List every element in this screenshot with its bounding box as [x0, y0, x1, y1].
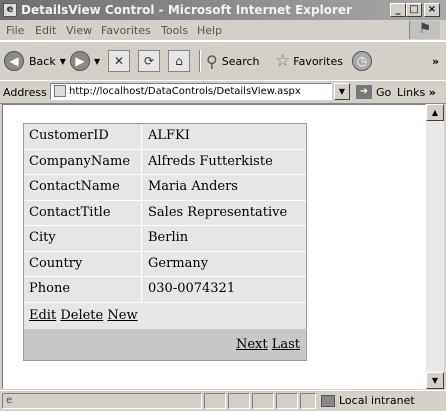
search-label: Search — [221, 54, 260, 68]
title-bar: e DetailsView Control - Microsoft Intern… — [0, 0, 446, 20]
details-view: CustomerID ALFKI CompanyName Alfreds Fut… — [23, 123, 307, 361]
history-button[interactable]: ◷ — [352, 49, 372, 73]
next-page-link[interactable]: Next — [236, 337, 268, 352]
last-page-link[interactable]: Last — [272, 337, 300, 352]
toolbar-overflow-button[interactable]: » — [432, 49, 439, 73]
menu-bar: File Edit View Favorites Tools Help ⚑ — [0, 20, 446, 41]
scroll-up-button[interactable]: ▲ — [426, 104, 444, 121]
back-button[interactable]: ◀ Back ▼ — [4, 49, 66, 73]
address-dropdown-button[interactable]: ▼ — [334, 83, 350, 100]
forward-button[interactable]: ▶ ▼ — [70, 49, 100, 73]
status-pane — [228, 393, 250, 409]
back-arrow-icon: ◀ — [4, 51, 24, 71]
detail-row: ContactName Maria Anders — [24, 175, 306, 201]
delete-link[interactable]: Delete — [60, 308, 103, 323]
status-pane — [300, 393, 316, 409]
field-name: City — [24, 226, 142, 251]
chevron-down-icon: ▼ — [59, 56, 66, 66]
windows-logo-icon: ⚑ — [409, 21, 440, 39]
history-icon: ◷ — [352, 51, 372, 71]
go-label: Go — [376, 85, 392, 99]
toolbar-separator — [199, 50, 201, 72]
field-value: Alfreds Futterkiste — [148, 153, 273, 169]
ie-page-icon: e — [3, 3, 17, 17]
scroll-down-button[interactable]: ▼ — [426, 372, 444, 389]
refresh-icon: ⟳ — [138, 50, 160, 72]
status-pane — [252, 393, 274, 409]
field-name: CompanyName — [24, 149, 142, 174]
browser-window: e DetailsView Control - Microsoft Intern… — [0, 0, 446, 410]
field-value: Sales Representative — [148, 204, 288, 220]
address-label: Address — [3, 86, 47, 99]
chevron-down-icon: ▼ — [94, 56, 101, 66]
window-title: DetailsView Control - Microsoft Internet… — [21, 3, 352, 17]
home-icon: ⌂ — [168, 50, 190, 72]
status-pane — [276, 393, 298, 409]
field-name: ContactName — [24, 175, 142, 200]
detail-row: CustomerID ALFKI — [24, 124, 306, 150]
detail-row: CompanyName Alfreds Futterkiste — [24, 149, 306, 175]
menu-view[interactable]: View — [66, 24, 92, 37]
menu-help[interactable]: Help — [197, 24, 222, 37]
minimize-button[interactable]: _ — [390, 3, 406, 17]
vertical-scrollbar[interactable]: ▲ ▼ — [426, 104, 444, 389]
page-icon — [54, 85, 66, 97]
search-button[interactable]: ⚲ Search — [206, 49, 260, 73]
favorites-label: Favorites — [293, 54, 343, 68]
field-value: ALFKI — [148, 128, 190, 143]
links-overflow: » — [428, 86, 436, 99]
links-label: Links — [397, 86, 426, 99]
refresh-button[interactable]: ⟳ — [138, 49, 160, 73]
field-name: CustomerID — [24, 124, 142, 149]
stop-button[interactable]: ✕ — [108, 49, 130, 73]
field-name: ContactTitle — [24, 200, 142, 225]
detail-row: City Berlin — [24, 226, 306, 252]
field-name: Country — [24, 251, 142, 276]
field-name: Phone — [24, 277, 142, 302]
go-arrow-icon: ➜ — [356, 85, 372, 99]
status-pane — [204, 393, 226, 409]
page-content: CustomerID ALFKI CompanyName Alfreds Fut… — [2, 104, 426, 389]
detail-row: ContactTitle Sales Representative — [24, 200, 306, 226]
star-icon: ☆ — [275, 51, 291, 71]
address-url: http://localhost/DataControls/DetailsVie… — [69, 86, 301, 97]
menu-file[interactable]: File — [6, 24, 24, 37]
address-bar: Address http://localhost/DataControls/De… — [0, 80, 446, 104]
back-label: Back — [29, 54, 56, 68]
command-row: Edit Delete New — [24, 303, 306, 329]
links-button[interactable]: Links » — [397, 86, 436, 99]
intranet-icon — [321, 394, 335, 407]
close-button[interactable]: × — [424, 3, 440, 17]
home-button[interactable]: ⌂ — [168, 49, 190, 73]
zone-label: Local intranet — [339, 394, 415, 407]
menu-edit[interactable]: Edit — [35, 24, 56, 37]
field-value: Germany — [148, 255, 209, 271]
forward-arrow-icon: ▶ — [70, 51, 90, 71]
address-input[interactable]: http://localhost/DataControls/DetailsVie… — [50, 83, 332, 100]
toolbar: ◀ Back ▼ ▶ ▼ ✕ ⟳ ⌂ ⚲ Search ☆ Favorites … — [0, 41, 446, 81]
edit-link[interactable]: Edit — [29, 308, 56, 323]
maximize-button[interactable]: □ — [406, 3, 422, 17]
detail-row: Country Germany — [24, 251, 306, 277]
field-value: 030-0074321 — [148, 281, 236, 296]
menu-tools[interactable]: Tools — [161, 24, 188, 37]
menu-favorites[interactable]: Favorites — [101, 24, 151, 37]
zone-indicator: Local intranet — [321, 394, 415, 407]
favorites-button[interactable]: ☆ Favorites — [275, 49, 343, 73]
go-button[interactable]: ➜ Go — [356, 85, 391, 99]
search-icon: ⚲ — [206, 51, 218, 71]
stop-icon: ✕ — [108, 50, 130, 72]
status-bar: e Local intranet — [0, 390, 446, 411]
status-text-pane: e — [2, 393, 202, 409]
field-value: Berlin — [148, 230, 189, 245]
ie-status-icon: e — [6, 395, 13, 406]
field-value: Maria Anders — [148, 179, 238, 194]
new-link[interactable]: New — [107, 308, 137, 323]
pager-row: Next Last — [24, 328, 306, 360]
detail-row: Phone 030-0074321 — [24, 277, 306, 303]
